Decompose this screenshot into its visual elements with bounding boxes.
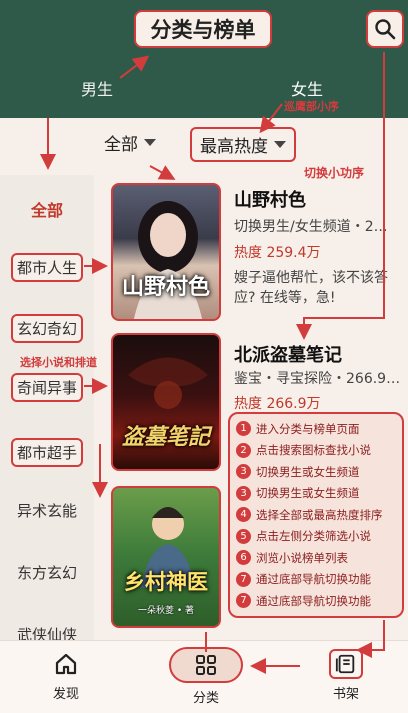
book-description: 嫂子逼他帮忙，该不该答应? 在线等，急! [234,270,388,306]
step-number: 2 [236,442,251,458]
home-icon [47,649,85,679]
step-item: 1 进入分类与榜单页面 [236,418,396,440]
step-item: 3 切换男生或女生频道 [236,483,396,505]
sidebar-item-all[interactable]: 全部 [0,197,94,221]
cover-title: 山野村色 [121,275,210,300]
book-title[interactable]: 山野村色 [234,186,306,212]
page-title: 分类与榜单 [134,10,272,48]
cover-title: 乡村神医 [124,570,208,594]
book-meta: 切换男生/女生频道・2… [234,219,388,235]
step-item: 7 通过底部导航切换功能 [236,590,396,612]
step-item: 6 浏览小说榜单列表 [236,547,396,569]
step-number: 4 [236,507,251,523]
step-item: 3 切换男生或女生频道 [236,461,396,483]
step-text: 通过底部导航切换功能 [256,593,371,608]
step-text: 点击搜索图标查找小说 [256,443,371,458]
grid-icon [169,647,243,683]
sidebar-item-urban-life[interactable]: 都市人生 [0,253,94,282]
book-cover[interactable]: 盗墓笔記 [111,333,221,471]
step-text: 选择全部或最高热度排序 [256,507,383,522]
step-number: 7 [236,593,251,609]
sidebar-item-urban-super[interactable]: 都市超手 [0,438,94,467]
step-number: 3 [236,485,251,501]
book-cover[interactable]: 乡村神医 一朵秋菱 • 著 [111,486,221,628]
sort-filter[interactable]: 最高热度 [190,127,296,162]
sidebar-item-strange[interactable]: 奇闻异事 [0,373,94,402]
search-button[interactable] [366,10,404,48]
step-text: 点击左侧分类筛选小说 [256,529,371,544]
annotation-sidebar: 选择小说和排道 [20,356,97,369]
book-cover[interactable]: 山野村色 [111,183,221,321]
steps-annotation: 1 进入分类与榜单页面 2 点击搜索图标查找小说 3 切换男生或女生频道 3 切换男生或… [228,412,404,618]
step-item: 2 点击搜索图标查找小说 [236,440,396,462]
step-item: 5 点击左侧分类筛选小说 [236,526,396,548]
annotation-miniapp: 巡鹰部小序 [284,100,339,113]
annotation-filter: 切换小功序 [304,166,365,180]
cover-author: 一朵秋菱 • 著 [137,606,195,616]
tab-discover[interactable]: 发现 [26,649,106,702]
tab-female[interactable]: 女生 [262,76,352,100]
scope-filter[interactable]: 全部 [104,130,156,155]
sidebar-item-mystic[interactable]: 异术玄能 [0,500,94,521]
chevron-down-icon [144,139,156,146]
step-text: 通过底部导航切换功能 [256,572,371,587]
tab-label: 发现 [52,687,79,702]
step-text: 切换男生或女生频道 [256,486,360,501]
step-number: 3 [236,464,251,480]
step-number: 6 [236,550,251,566]
book-meta: 鉴宝・寻宝探险・266.9… [234,371,401,387]
sidebar-item-fantasy[interactable]: 玄幻奇幻 [0,314,94,343]
cover-title: 盗墓笔記 [121,425,210,450]
tab-label: 书架 [332,687,359,702]
step-item: 7 通过底部导航切换功能 [236,569,396,591]
sidebar-item-eastern-fantasy[interactable]: 东方玄幻 [0,562,94,583]
step-text: 进入分类与榜单页面 [256,421,360,436]
tab-categories[interactable]: 分类 [166,647,246,706]
scope-filter-label: 全部 [104,135,138,155]
step-text: 切换男生或女生频道 [256,464,360,479]
step-number: 5 [236,528,251,544]
sort-filter-label: 最高热度 [200,137,268,157]
sidebar-item-label: 都市人生 [10,253,83,282]
step-number: 1 [236,421,251,437]
book-heat: 热度 266.9万 [234,396,321,412]
step-text: 浏览小说榜单列表 [256,550,348,565]
step-item: 4 选择全部或最高热度排序 [236,504,396,526]
bottom-tab-bar: 发现 分类 书架 [0,640,408,713]
book-title[interactable]: 北派盗墓笔记 [234,341,342,367]
step-number: 7 [236,571,251,587]
sidebar-item-label: 都市超手 [10,438,83,467]
search-icon [375,19,396,40]
sidebar-item-label: 玄幻奇幻 [10,314,83,343]
chevron-down-icon [274,141,286,148]
tab-male[interactable]: 男生 [52,76,142,100]
book-heat: 热度 259.4万 [234,245,321,261]
sidebar-item-label: 奇闻异事 [10,373,83,402]
tab-bookshelf[interactable]: 书架 [306,649,386,702]
book-icon [329,649,363,679]
tab-label: 分类 [192,691,219,706]
